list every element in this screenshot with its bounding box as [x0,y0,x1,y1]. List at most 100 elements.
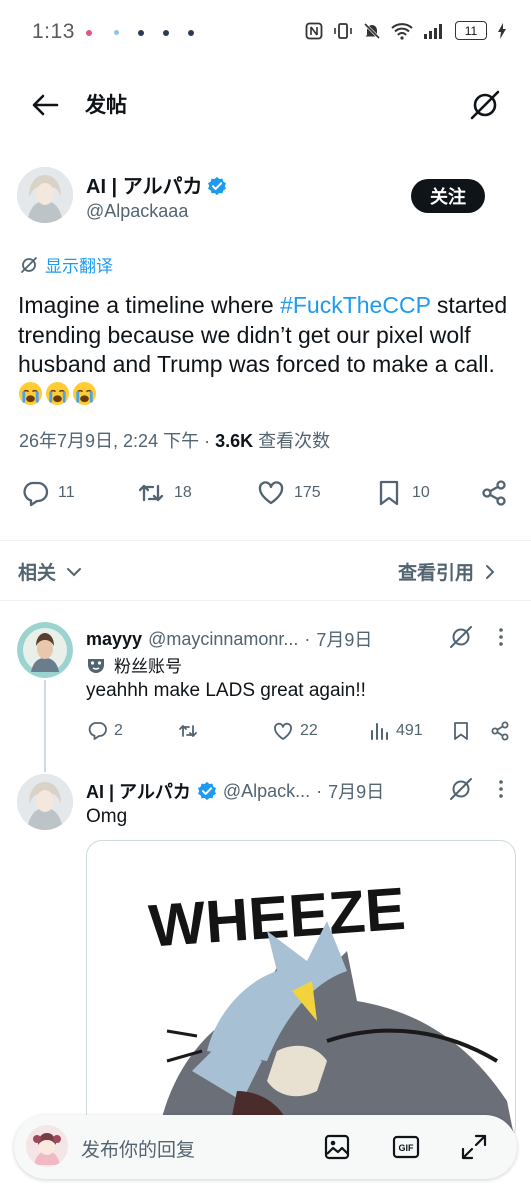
crying-face-emoji-icon [72,381,97,405]
reply-repost-button[interactable] [177,720,205,742]
fan-account-label: 粉丝账号 [114,657,182,676]
view-count-label: 查看次数 [258,431,331,451]
reply-icon [23,481,49,507]
battery-level: 11 [464,23,478,38]
reply-author-handle[interactable]: @maycinnamonr... [148,629,298,650]
reply-date[interactable]: 7月9日 [316,626,372,652]
nfc-icon [305,22,323,39]
author-avatar[interactable] [17,167,73,223]
heart-icon [258,481,284,505]
author-handle[interactable]: @Alpackaaa [86,201,188,222]
like-count: 175 [294,484,321,501]
bookmark-icon [379,480,399,506]
view-quotes-link[interactable]: 查看引用 [398,558,498,585]
battery-icon: 11 [455,21,487,40]
author-name[interactable]: AI | アルパカ [86,170,227,199]
notification-icon [114,30,119,35]
notification-icon [188,30,194,36]
tweet-text-before: Imagine a timeline where [18,292,281,318]
analytics-icon [371,723,388,740]
expand-icon[interactable] [459,1132,489,1162]
more-options-icon[interactable] [494,626,508,648]
crying-face-emoji-icon [45,381,70,405]
bookmark-icon [454,722,468,740]
share-icon [491,721,509,741]
grok-icon[interactable] [468,88,502,122]
reply-text: yeahhh make LADS great again!! [86,680,366,701]
grok-icon[interactable] [448,624,474,650]
section-divider [0,540,531,541]
meta-separator: · [204,431,211,451]
signal-icon [424,23,442,39]
author-name-text: AI | アルパカ [86,176,203,198]
chevron-right-icon [486,564,495,579]
charging-icon [498,22,506,39]
status-time: 1:13 [32,20,75,43]
view-quotes-label: 查看引用 [398,563,475,584]
reply-media-image[interactable]: WHEEZE [86,840,516,1142]
fan-account-badge: 粉丝账号 [86,652,182,677]
user-avatar[interactable] [26,1125,68,1167]
status-icons: 11 [305,21,507,40]
view-count: 3.6K [215,431,254,451]
reply-reply-button[interactable]: 2 [86,720,123,742]
reply-bookmark-button[interactable] [450,720,472,742]
reply-views-button[interactable]: 491 [368,720,423,742]
reply-like-button[interactable]: 22 [272,720,318,742]
reply-header: AI | アルパカ @Alpack... · 7月9日 [86,778,384,804]
reply-input-placeholder[interactable]: 发布你的回复 [81,1135,195,1162]
section-divider [0,600,531,601]
bookmark-button[interactable]: 10 [374,478,430,508]
chevron-down-icon [67,567,82,576]
repost-icon [138,484,164,502]
reply-view-count: 491 [396,722,423,739]
reply-button[interactable]: 11 [20,478,75,508]
reply-author-handle[interactable]: @Alpack... [223,781,310,802]
reply-header: mayyy @maycinnamonr... · 7月9日 [86,626,372,652]
repost-icon [179,725,197,737]
more-options-icon[interactable] [494,778,508,800]
svg-text:GIF: GIF [399,1143,415,1153]
reply-date[interactable]: 7月9日 [328,778,384,804]
verified-badge-icon [207,176,226,196]
page-title: 发帖 [85,94,127,117]
reply-compose-bar[interactable]: 发布你的回复 GIF [14,1115,517,1179]
repost-button[interactable]: 18 [136,478,192,508]
reply-avatar[interactable] [17,774,73,830]
tweet-text: Imagine a timeline where #FuckTheCCP sta… [18,291,518,409]
notification-icon [138,30,144,36]
hashtag-link[interactable]: #FuckTheCCP [280,292,430,318]
reply-author-name[interactable]: AI | アルパカ [86,778,191,804]
verified-badge-icon [197,781,216,801]
wifi-icon [391,22,413,40]
image-icon[interactable] [322,1132,352,1162]
gif-icon[interactable]: GIF [391,1132,421,1162]
share-icon [482,480,506,506]
show-translation-link[interactable]: 显示翻译 [19,252,113,277]
related-sort-button[interactable]: 相关 [18,558,82,585]
follow-button[interactable]: 关注 [411,179,485,213]
reply-like-count: 22 [300,722,318,739]
reply-share-button[interactable] [489,720,511,742]
notification-icon [86,30,92,36]
vibrate-icon [334,22,352,39]
emoji-group [18,381,99,407]
reply-text: Omg [86,806,128,827]
mute-icon [363,22,381,39]
grok-icon[interactable] [448,776,474,802]
reply-reply-count: 2 [114,722,123,739]
reply-icon [88,722,107,740]
reply-avatar[interactable] [17,622,73,678]
share-button[interactable] [479,478,509,508]
related-label: 相关 [18,563,57,584]
tweet-timestamp[interactable]: 26年7月9日, 2:24 下午 [19,431,199,451]
status-bar: 1:13 11 [0,0,531,64]
back-arrow-icon[interactable] [28,88,62,122]
reply-author-name[interactable]: mayyy [86,629,142,650]
thread-line [44,680,46,772]
bookmark-count: 10 [412,484,430,501]
heart-icon [274,722,292,740]
like-button[interactable]: 175 [256,478,321,508]
tweet-meta: 26年7月9日, 2:24 下午 · 3.6K 查看次数 [19,427,330,453]
translate-icon [21,256,37,273]
